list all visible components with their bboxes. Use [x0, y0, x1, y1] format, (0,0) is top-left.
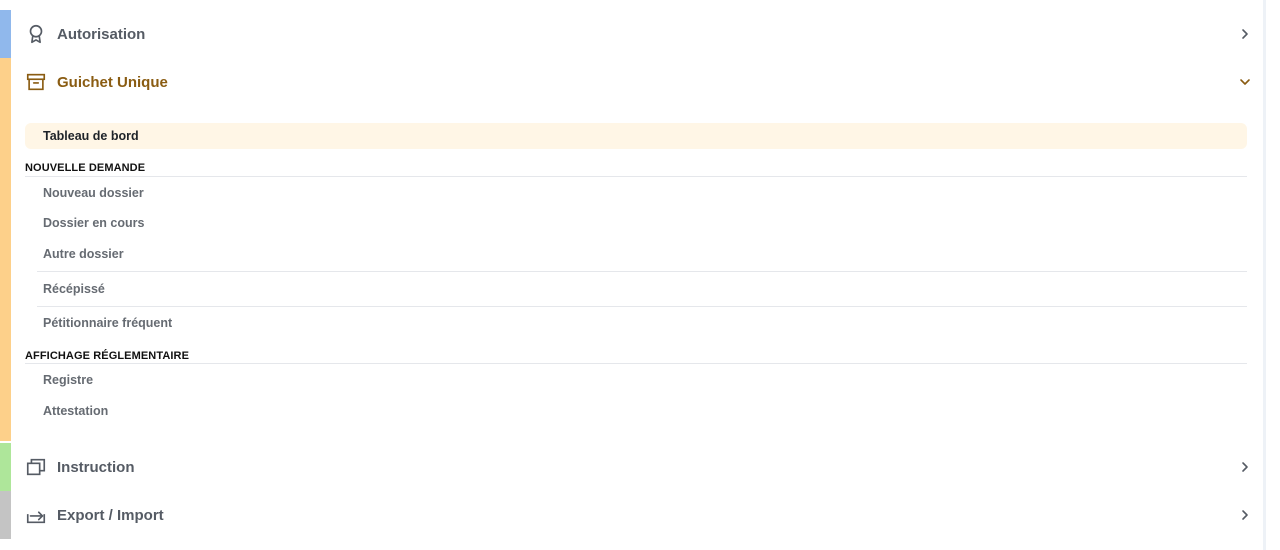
menu-item-label: Registre: [43, 373, 94, 387]
menu-item-recepisse[interactable]: Récépissé: [25, 276, 1247, 302]
divider: [25, 176, 1247, 177]
accent-bar-export-import: [0, 491, 11, 539]
menu-item-label: Attestation: [43, 404, 109, 418]
menu-item-autre-dossier[interactable]: Autre dossier: [25, 241, 1247, 267]
menu-item-nouveau-dossier[interactable]: Nouveau dossier: [25, 180, 1247, 206]
menu-item-attestation[interactable]: Attestation: [25, 398, 1247, 424]
chevron-right-icon: [1242, 462, 1248, 472]
section-label-guichet-unique: Guichet Unique: [57, 73, 168, 91]
menu-item-label: Tableau de bord: [43, 129, 139, 143]
accent-bar-autorisation: [0, 10, 11, 58]
copy-icon: [26, 458, 46, 476]
accent-bar-instruction: [0, 443, 11, 491]
menu-item-label: Pétitionnaire fréquent: [43, 316, 173, 330]
archive-box-icon: [26, 73, 46, 91]
sidebar-menu: Autorisation Guichet Unique Tableau de b…: [0, 0, 1280, 550]
chevron-right-icon: [1242, 510, 1248, 520]
section-autorisation[interactable]: Autorisation: [11, 10, 1253, 58]
section-export-import[interactable]: Export / Import: [11, 491, 1253, 539]
scrollbar-track[interactable]: [1263, 0, 1266, 550]
divider: [37, 271, 1247, 272]
award-icon: [29, 24, 43, 44]
section-instruction[interactable]: Instruction: [11, 443, 1253, 491]
accent-bar-guichet-unique: [0, 58, 11, 441]
divider: [25, 363, 1247, 364]
menu-item-tableau-de-bord[interactable]: Tableau de bord: [25, 123, 1247, 149]
section-label-autorisation: Autorisation: [57, 25, 146, 43]
chevron-down-icon: [1240, 79, 1250, 85]
menu-item-label: Nouveau dossier: [43, 186, 144, 200]
section-guichet-unique[interactable]: Guichet Unique: [11, 58, 1253, 106]
section-label-export-import: Export / Import: [57, 506, 164, 524]
menu-item-label: Récépissé: [43, 282, 105, 296]
menu-item-registre[interactable]: Registre: [25, 367, 1247, 393]
group-title-nouvelle-demande: NOUVELLE DEMANDE: [25, 162, 146, 174]
divider: [37, 306, 1247, 307]
menu-item-label: Dossier en cours: [43, 216, 145, 230]
group-title-affichage-reglementaire: AFFICHAGE RÉGLEMENTAIRE: [25, 350, 190, 362]
chevron-right-icon: [1242, 29, 1248, 39]
section-label-instruction: Instruction: [57, 458, 135, 476]
menu-item-petitionnaire-frequent[interactable]: Pétitionnaire fréquent: [25, 310, 1247, 336]
menu-item-label: Autre dossier: [43, 247, 124, 261]
export-arrow-icon: [26, 511, 46, 524]
menu-item-dossier-en-cours[interactable]: Dossier en cours: [25, 210, 1247, 236]
